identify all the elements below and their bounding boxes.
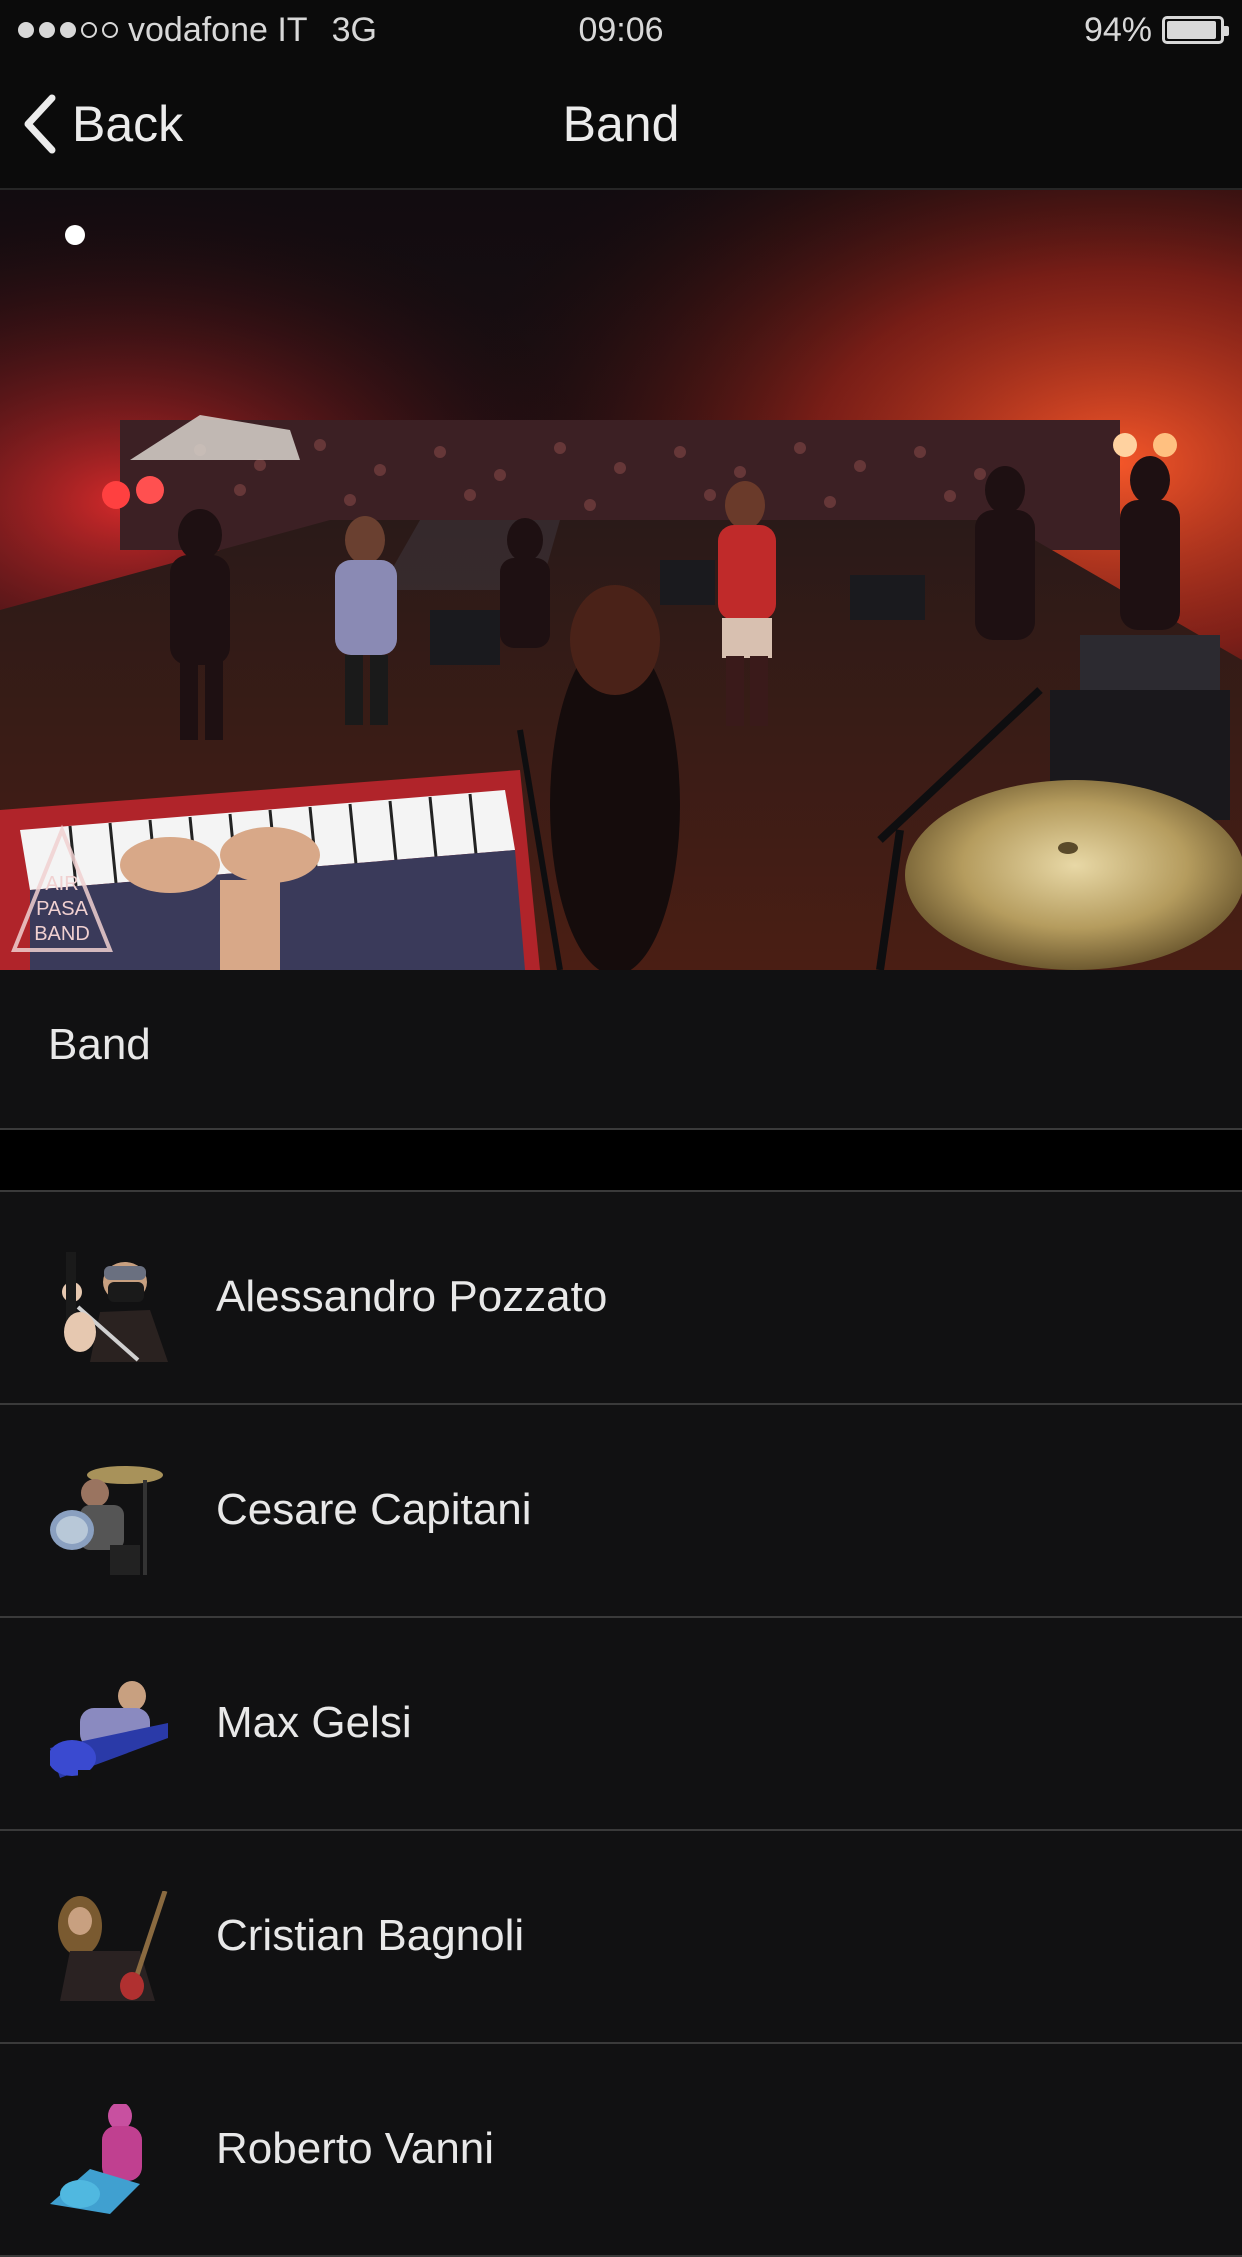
band-logo-line-1: AIR	[45, 873, 78, 895]
member-name: Cristian Bagnoli	[216, 1911, 525, 1960]
member-list: Alessandro Pozzato Cesare Capitani Max G…	[0, 1190, 1242, 2257]
battery-icon	[1162, 16, 1229, 44]
list-item[interactable]: Cristian Bagnoli	[0, 1831, 1242, 2044]
guitarist-icon	[50, 1891, 168, 2001]
battery-percent: 94%	[1083, 10, 1152, 49]
section-spacer	[0, 1130, 1242, 1190]
bassist-icon	[50, 1678, 168, 1788]
battery-fill	[1167, 21, 1216, 39]
band-logo-line-2: PASA	[36, 898, 89, 920]
concert-stage-illustration: AIR PASA BAND	[0, 190, 1242, 970]
singer-with-microphone-icon	[50, 1252, 168, 1362]
member-name: Alessandro Pozzato	[216, 1272, 608, 1321]
list-item[interactable]: Max Gelsi	[0, 1618, 1242, 1831]
section-header: Band	[0, 970, 1242, 1130]
member-name: Cesare Capitani	[216, 1485, 532, 1534]
status-left: vodafone IT 3G	[18, 11, 377, 50]
status-bar: vodafone IT 3G 09:06 94%	[0, 0, 1242, 60]
hero-concert-photo: AIR PASA BAND	[0, 190, 1242, 970]
member-name: Roberto Vanni	[216, 2124, 495, 2173]
network-type: 3G	[331, 10, 377, 49]
navigation-bar: Back Band	[0, 60, 1242, 190]
list-item[interactable]: Roberto Vanni	[0, 2044, 1242, 2257]
member-name: Max Gelsi	[216, 1698, 412, 1747]
list-item[interactable]: Alessandro Pozzato	[0, 1192, 1242, 1405]
guitarist-icon	[50, 2104, 168, 2214]
drummer-icon	[50, 1465, 168, 1575]
section-title: Band	[48, 1020, 151, 1069]
signal-strength-icon	[18, 22, 118, 38]
band-logo-line-3: BAND	[34, 923, 90, 945]
page-title: Band	[562, 96, 680, 152]
status-right: 94%	[1083, 10, 1229, 50]
list-item[interactable]: Cesare Capitani	[0, 1405, 1242, 1618]
carrier-name: vodafone IT	[128, 10, 308, 49]
